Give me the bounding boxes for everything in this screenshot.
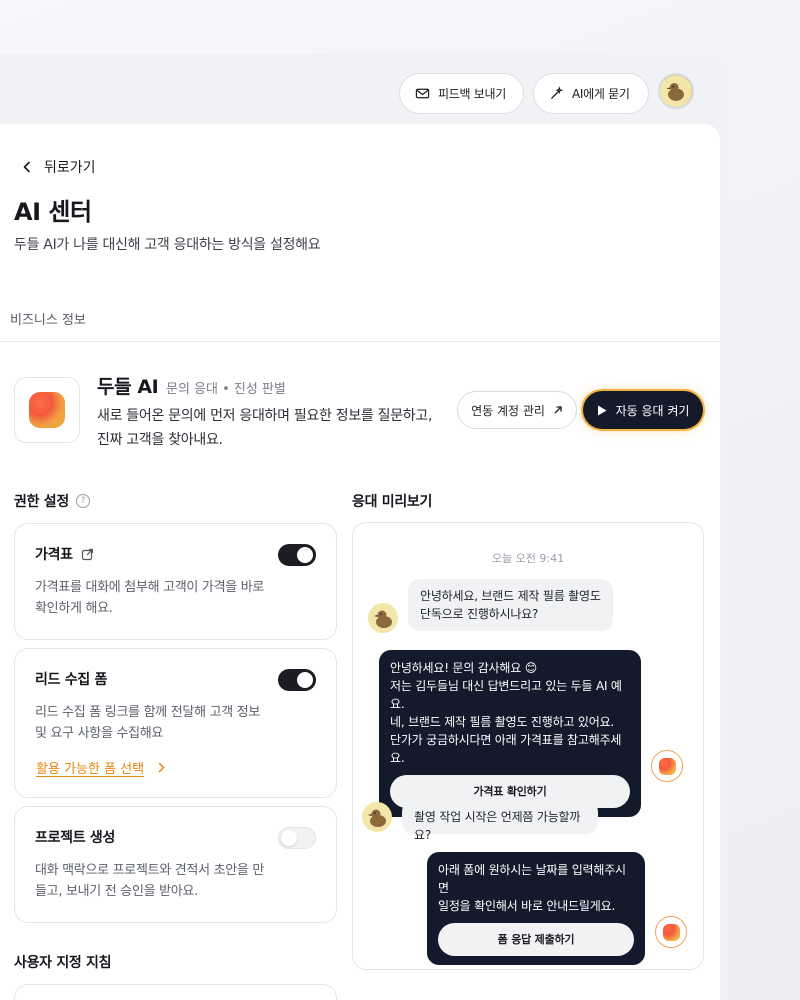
customer-avatar — [362, 802, 392, 832]
bird-icon — [374, 610, 392, 628]
chevron-left-icon — [23, 161, 30, 173]
select-form-link[interactable]: 활용 가능한 폼 선택 — [36, 758, 165, 777]
message-line: 안녕하세요! 문의 감사해요 😊 — [390, 661, 538, 675]
auto-reply-label: 자동 응대 켜기 — [615, 403, 690, 418]
ask-ai-label: AI에게 묻기 — [572, 87, 630, 101]
permissions-heading: 권한 설정 ? — [14, 491, 90, 511]
card-description: 리드 수집 폼 링크를 함께 전달해 고객 정보 및 요구 사항을 수집해요 — [35, 705, 261, 741]
ai-name: 두들 AI — [97, 376, 159, 398]
ai-avatar — [655, 916, 687, 948]
ai-blob-icon — [29, 392, 65, 428]
page-title: AI 센터 — [14, 198, 92, 226]
card-title: 리드 수집 폼 — [35, 669, 107, 689]
ai-avatar — [651, 750, 683, 782]
message-line: 네, 브랜드 제작 필름 촬영도 진행하고 있어요. — [390, 715, 615, 729]
ai-blob-icon — [662, 923, 680, 941]
chat-timestamp: 오늘 오전 9:41 — [491, 552, 565, 565]
ai-logo — [14, 377, 80, 443]
chat-message-customer: 촬영 작업 시작은 언제쯤 가능할까요? — [402, 800, 598, 842]
divider — [0, 341, 720, 342]
magic-wand-icon — [551, 86, 564, 99]
arrow-up-right-icon — [554, 406, 562, 414]
message-line: 일정을 확인해서 바로 안내드릴게요. — [438, 899, 616, 913]
ai-tags: 문의 응대 • 진성 판별 — [166, 382, 286, 397]
card-title: 가격표 — [35, 544, 94, 564]
manage-accounts-button[interactable]: 연동 계정 관리 — [457, 391, 577, 429]
card-title-label: 리드 수집 폼 — [35, 672, 108, 688]
permission-card-lead-form: 리드 수집 폼 리드 수집 폼 링크를 함께 전달해 고객 정보 및 요구 사항… — [14, 648, 337, 798]
card-description: 대화 맥락으로 프로젝트와 견적서 초안을 만들고, 보내기 전 승인을 받아요… — [35, 863, 265, 899]
back-button[interactable]: 뒤로가기 — [22, 157, 96, 177]
pricelist-toggle[interactable] — [278, 544, 316, 566]
feedback-button[interactable]: 피드백 보내기 — [399, 73, 524, 114]
manage-accounts-label: 연동 계정 관리 — [471, 403, 545, 418]
mail-icon — [415, 88, 430, 99]
project-toggle[interactable] — [278, 827, 316, 849]
message-line: 단가가 궁금하시다면 아래 가격표를 참고해주세요. — [390, 733, 622, 765]
preview-heading: 응대 미리보기 — [352, 494, 433, 510]
message-line: 촬영 작업 시작은 언제쯤 가능할까요? — [414, 810, 581, 842]
chevron-right-icon — [158, 762, 165, 773]
chat-message-ai: 아래 폼에 원하시는 날짜를 입력해주시면 일정을 확인해서 바로 안내드릴게요… — [427, 852, 645, 965]
permission-card-pricelist: 가격표 가격표를 대화에 첨부해 고객이 가격을 바로 확인하게 해요. — [14, 523, 337, 640]
ai-description: 새로 들어온 문의에 먼저 응대하며 필요한 정보를 질문하고, 진짜 고객을 … — [97, 408, 433, 448]
user-avatar[interactable] — [658, 73, 694, 109]
message-line: 안녕하세요, 브랜드 제작 필름 촬영도 — [420, 589, 601, 603]
back-label: 뒤로가기 — [44, 160, 96, 176]
bird-icon — [368, 809, 386, 827]
ai-blob-icon — [658, 757, 676, 775]
card-title-label: 가격표 — [35, 547, 73, 563]
auto-reply-button[interactable]: 자동 응대 켜기 — [583, 391, 703, 429]
message-line: 저는 김두들님 대신 답변드리고 있는 두들 AI 예요. — [390, 679, 622, 711]
lead-form-toggle[interactable] — [278, 669, 316, 691]
card-title-label: 프로젝트 생성 — [35, 830, 116, 846]
permissions-heading-label: 권한 설정 — [14, 494, 69, 510]
permission-card-project: 프로젝트 생성 대화 맥락으로 프로젝트와 견적서 초안을 만들고, 보내기 전… — [14, 806, 337, 923]
select-form-label: 활용 가능한 폼 선택 — [36, 762, 145, 777]
feedback-label: 피드백 보내기 — [438, 87, 506, 101]
page-subtitle: 두들 AI가 나를 대신해 고객 응대하는 방식을 설정해요 — [14, 237, 321, 253]
ask-ai-button[interactable]: AI에게 묻기 — [533, 73, 649, 114]
custom-guidelines-card[interactable] — [14, 984, 337, 1000]
message-line: 아래 폼에 원하시는 날짜를 입력해주시면 — [438, 863, 626, 895]
chat-message-ai: 안녕하세요! 문의 감사해요 😊 저는 김두들님 대신 답변드리고 있는 두들 … — [379, 650, 641, 817]
help-icon[interactable]: ? — [75, 494, 90, 508]
tab-business-info[interactable]: 비즈니스 정보 — [10, 309, 86, 328]
card-title: 프로젝트 생성 — [35, 827, 115, 847]
custom-guidelines-heading: 사용자 지정 지침 — [14, 955, 112, 971]
external-link-icon[interactable] — [81, 548, 94, 561]
play-icon — [597, 405, 607, 415]
chat-message-customer: 안녕하세요, 브랜드 제작 필름 촬영도 단독으로 진행하시나요? — [408, 579, 613, 631]
message-line: 단독으로 진행하시나요? — [420, 607, 539, 621]
customer-avatar — [368, 603, 398, 633]
card-description: 가격표를 대화에 첨부해 고객이 가격을 바로 확인하게 해요. — [35, 580, 265, 616]
submit-form-button[interactable]: 폼 응답 제출하기 — [438, 923, 634, 956]
